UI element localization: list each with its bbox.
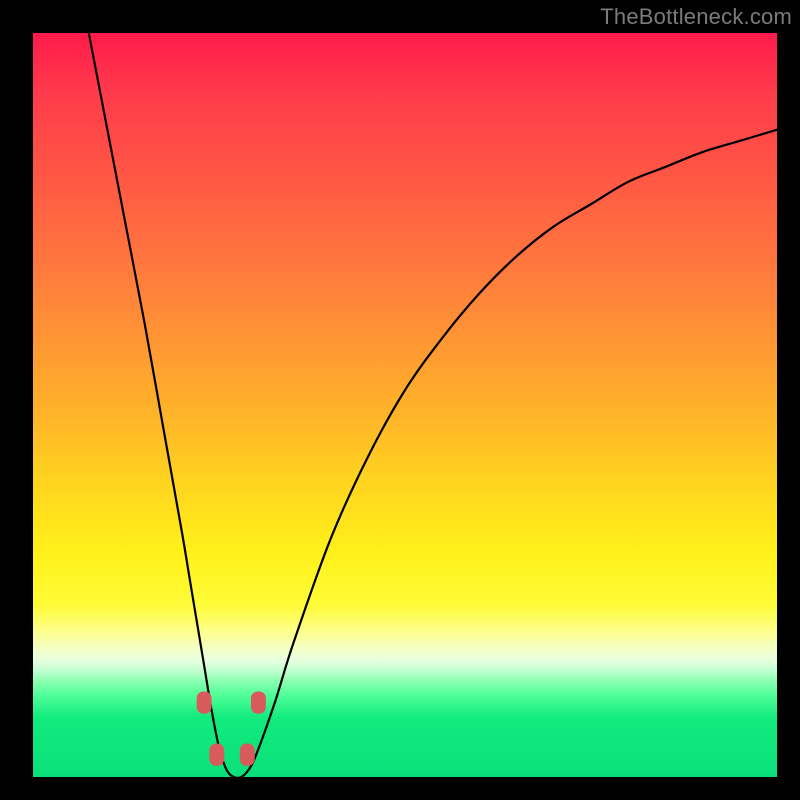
curve-marker [251,691,266,713]
watermark-label: TheBottleneck.com [600,4,792,30]
plot-area [33,33,777,777]
curve-layer [33,33,777,777]
bottleneck-curve [89,33,777,777]
chart-frame: TheBottleneck.com [0,0,800,800]
curve-marker [240,744,255,766]
curve-marker [197,691,212,713]
curve-marker [209,744,224,766]
